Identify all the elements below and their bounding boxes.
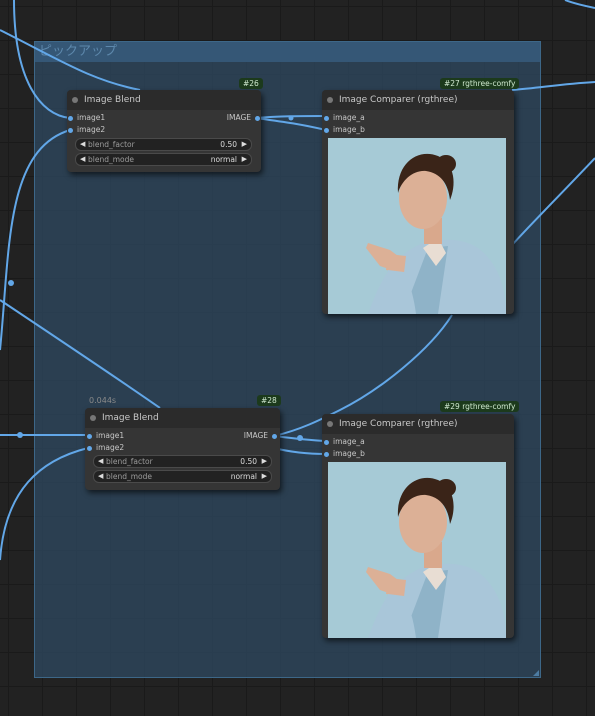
input-slot-image2[interactable]: image2 [68, 124, 106, 136]
input-pin-icon[interactable] [324, 451, 329, 457]
input-slot-image-b[interactable]: image_b [324, 124, 365, 136]
input-pin-icon[interactable] [324, 439, 329, 445]
blend-factor-widget[interactable]: ◀ blend_factor 0.50 ▶ [75, 138, 252, 151]
input-slot-image-b[interactable]: image_b [324, 448, 365, 460]
slot-label: image2 [77, 125, 106, 134]
input-slot-image-a[interactable]: image_a [324, 112, 365, 124]
input-slot-image2[interactable]: image2 [87, 442, 125, 454]
collapse-dot-icon[interactable] [90, 415, 96, 421]
collapse-dot-icon[interactable] [72, 97, 78, 103]
increment-arrow-icon[interactable]: ▶ [242, 139, 247, 150]
input-slot-image1[interactable]: image1 [87, 430, 125, 442]
node-header[interactable]: Image Comparer (rgthree) [322, 90, 514, 110]
collapse-dot-icon[interactable] [327, 97, 333, 103]
blend-mode-widget[interactable]: ◀ blend_mode normal ▶ [75, 153, 252, 166]
wire [564, 0, 595, 9]
prev-option-arrow-icon[interactable]: ◀ [98, 471, 103, 482]
widget-name: blend_factor [88, 140, 135, 149]
widget-value: 0.50 [240, 457, 257, 466]
widget-name: blend_mode [88, 155, 134, 164]
input-pin-icon[interactable] [68, 115, 73, 121]
slot-label: image2 [96, 443, 125, 452]
input-pin-icon[interactable] [87, 445, 92, 451]
next-option-arrow-icon[interactable]: ▶ [242, 154, 247, 165]
slot-label: image_b [333, 125, 365, 134]
output-slot-image[interactable]: IMAGE [243, 430, 277, 442]
slot-label: image_a [333, 113, 365, 122]
node-id-badge: #27 rgthree-comfy [440, 78, 520, 89]
input-slot-image1[interactable]: image1 [68, 112, 106, 124]
execution-time: 0.044s [89, 396, 117, 405]
output-slot-image[interactable]: IMAGE [226, 112, 260, 124]
input-slot-image-a[interactable]: image_a [324, 436, 365, 448]
node-header[interactable]: Image Blend [67, 90, 261, 110]
image-blend-node[interactable]: Image Blend image1 image2 IMAGE ◀ blend_… [67, 90, 261, 172]
portrait-image [328, 462, 506, 638]
node-title: Image Comparer (rgthree) [339, 419, 458, 429]
node-header[interactable]: Image Blend [85, 408, 280, 428]
widget-name: blend_mode [106, 472, 152, 481]
slot-label: IMAGE [243, 431, 268, 440]
node-title: Image Blend [84, 95, 141, 105]
next-option-arrow-icon[interactable]: ▶ [262, 471, 267, 482]
node-id-badge: #29 rgthree-comfy [440, 401, 520, 412]
group-title[interactable]: ピックアップ [35, 42, 540, 62]
prev-option-arrow-icon[interactable]: ◀ [80, 154, 85, 165]
slot-label: image1 [96, 431, 125, 440]
portrait-image [328, 138, 506, 314]
increment-arrow-icon[interactable]: ▶ [262, 456, 267, 467]
image-comparer-node[interactable]: Image Comparer (rgthree) image_a image_b [322, 414, 514, 638]
input-pin-icon[interactable] [68, 127, 73, 133]
node-title: Image Comparer (rgthree) [339, 95, 458, 105]
node-id-badge: #26 [239, 78, 263, 89]
blend-factor-widget[interactable]: ◀ blend_factor 0.50 ▶ [93, 455, 272, 468]
comparer-image[interactable] [328, 138, 506, 314]
input-pin-icon[interactable] [324, 127, 329, 133]
slot-label: image_a [333, 437, 365, 446]
decrement-arrow-icon[interactable]: ◀ [80, 139, 85, 150]
comparer-image[interactable] [328, 462, 506, 638]
widget-value: 0.50 [220, 140, 237, 149]
output-pin-icon[interactable] [255, 115, 260, 121]
blend-mode-widget[interactable]: ◀ blend_mode normal ▶ [93, 470, 272, 483]
slot-label: image1 [77, 113, 106, 122]
input-pin-icon[interactable] [324, 115, 329, 121]
decrement-arrow-icon[interactable]: ◀ [98, 456, 103, 467]
widget-name: blend_factor [106, 457, 153, 466]
node-title: Image Blend [102, 413, 159, 423]
widget-value: normal [210, 155, 237, 164]
widget-value: normal [230, 472, 257, 481]
input-pin-icon[interactable] [87, 433, 92, 439]
node-header[interactable]: Image Comparer (rgthree) [322, 414, 514, 434]
output-pin-icon[interactable] [272, 433, 277, 439]
group-resize-handle[interactable] [533, 670, 539, 676]
slot-label: image_b [333, 449, 365, 458]
image-blend-node[interactable]: Image Blend image1 image2 IMAGE ◀ blend_… [85, 408, 280, 490]
slot-label: IMAGE [226, 113, 251, 122]
node-id-badge: #28 [257, 395, 281, 406]
image-comparer-node[interactable]: Image Comparer (rgthree) image_a image_b [322, 90, 514, 314]
collapse-dot-icon[interactable] [327, 421, 333, 427]
